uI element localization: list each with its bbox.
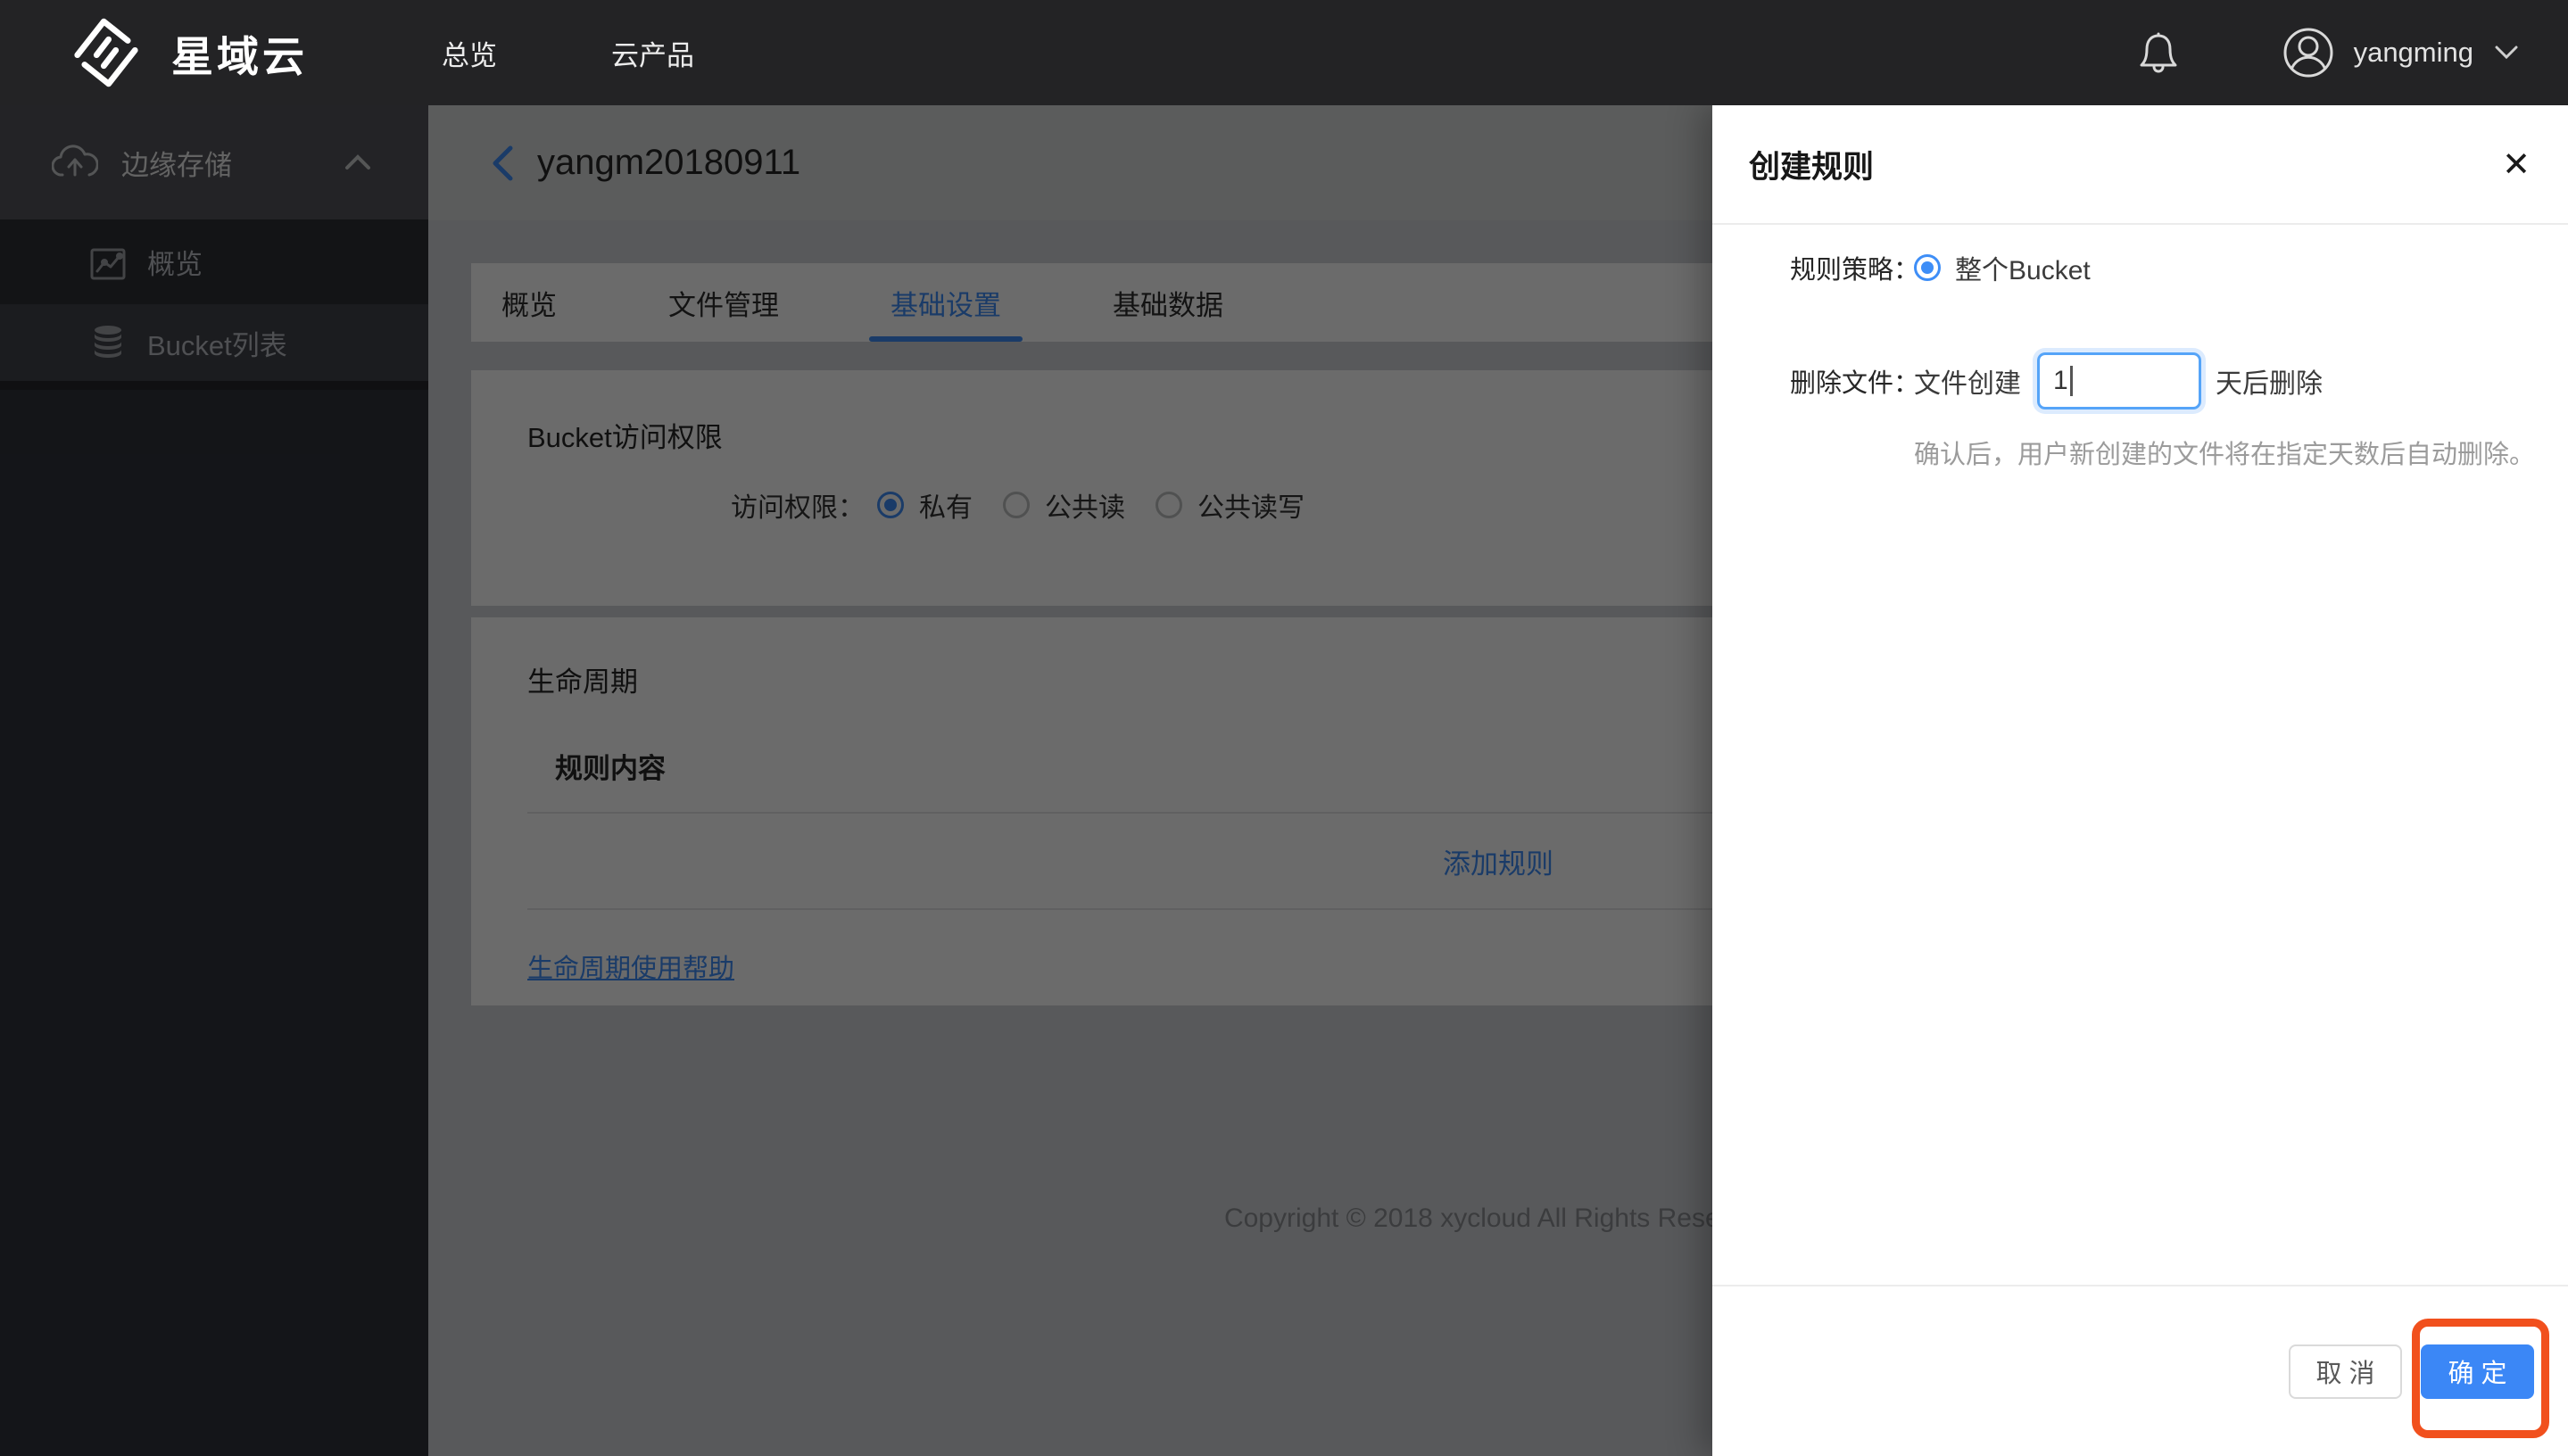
chevron-down-icon[interactable] [2495, 46, 2518, 60]
cancel-button[interactable]: 取 消 [2289, 1344, 2402, 1399]
radio-whole-bucket[interactable] [1914, 254, 1941, 281]
confirm-button[interactable]: 确 定 [2421, 1344, 2534, 1399]
delete-file-row: 删除文件： 文件创建 1 天后删除 [1712, 352, 2323, 410]
radio-whole-bucket-label[interactable]: 整个Bucket [1955, 248, 2091, 287]
app-window: 星域云 总览 云产品 yangming 创建规则 ✕ 规则策略： 整个Bucke… [0, 0, 2568, 1456]
brand-logo-icon [74, 18, 138, 87]
brand-name: 星域云 [171, 32, 308, 80]
primary-nav: 总览 云产品 [442, 33, 694, 73]
text-caret [2069, 366, 2073, 396]
navbar-right: yangming [2140, 0, 2518, 105]
brand[interactable]: 星域云 [57, 14, 308, 91]
rule-policy-row: 规则策略： 整个Bucket [1712, 248, 2091, 287]
days-after-delete-text: 天后删除 [2216, 369, 2323, 399]
nav-item-cloud-products[interactable]: 云产品 [611, 33, 694, 73]
top-navbar: 星域云 总览 云产品 yangming [0, 0, 2568, 105]
drawer-title: 创建规则 [1749, 149, 1875, 185]
rule-policy-label: 规则策略： [1790, 256, 1920, 285]
days-input[interactable]: 1 [2037, 352, 2201, 410]
drawer-footer: 取 消 确 定 [1712, 1285, 2568, 1456]
file-created-text: 文件创建 [1914, 369, 2021, 399]
avatar-icon[interactable] [2282, 27, 2334, 79]
username[interactable]: yangming [2354, 37, 2473, 69]
create-rule-drawer: 创建规则 ✕ 规则策略： 整个Bucket 删除文件： 文件创建 1 天后删除 … [1712, 105, 2568, 1456]
bell-icon[interactable] [2140, 31, 2177, 74]
delete-file-label: 删除文件： [1790, 369, 1920, 398]
close-icon[interactable]: ✕ [2488, 136, 2545, 193]
drawer-header: 创建规则 ✕ [1712, 105, 2568, 225]
delete-rule-hint: 确认后，用户新创建的文件将在指定天数后自动删除。 [1914, 441, 2536, 469]
nav-item-overview[interactable]: 总览 [442, 33, 497, 73]
days-input-value: 1 [2053, 366, 2068, 395]
